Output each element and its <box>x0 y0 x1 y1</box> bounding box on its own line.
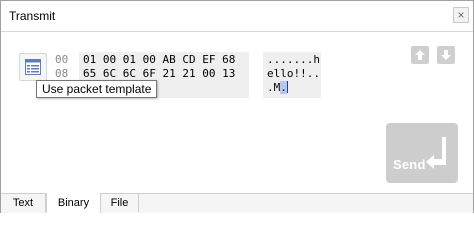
ascii-line[interactable]: ello!!.. <box>267 67 320 81</box>
hex-line[interactable]: 01 00 01 00 AB CD EF 68 <box>83 53 235 67</box>
tab-file[interactable]: File <box>101 194 139 212</box>
arrow-down-icon <box>441 50 451 60</box>
ascii-line-text[interactable]: .M. <box>267 81 288 94</box>
ascii-line[interactable]: .......h <box>267 53 320 67</box>
offset-label: 08 <box>55 67 69 80</box>
tab-bar: Text Binary File <box>1 193 473 213</box>
template-tooltip: Use packet template <box>36 80 158 98</box>
tab-text[interactable]: Text <box>1 194 46 212</box>
enter-arrow-icon <box>426 137 446 169</box>
send-label: Send <box>393 157 426 172</box>
transmit-window: Transmit × 00 08 01 00 01 00 AB CD EF 68 <box>0 0 474 213</box>
ascii-line[interactable]: .M. <box>267 81 288 95</box>
move-up-button[interactable] <box>411 46 429 64</box>
send-button[interactable]: Send <box>386 123 458 183</box>
title-bar: Transmit × <box>1 1 473 32</box>
offset-label: 00 <box>55 53 69 66</box>
hex-line[interactable]: 65 6C 6C 6F 21 21 00 13 <box>83 67 235 81</box>
ascii-selection: . <box>280 81 287 94</box>
close-icon: × <box>457 8 465 22</box>
window-title: Transmit <box>9 9 56 23</box>
close-button[interactable]: × <box>453 7 469 23</box>
text-caret <box>286 81 288 93</box>
table-template-icon <box>25 59 41 75</box>
ascii-pane[interactable]: .......h ello!!.. .M. <box>263 52 321 98</box>
move-down-button[interactable] <box>437 46 455 64</box>
arrow-up-icon <box>415 50 425 60</box>
offset-column: 00 08 <box>55 53 68 81</box>
packet-template-button[interactable] <box>19 53 47 81</box>
binary-editor-area[interactable]: 00 08 01 00 01 00 AB CD EF 68 65 6C 6C 6… <box>1 32 473 193</box>
tab-binary[interactable]: Binary <box>46 193 101 213</box>
